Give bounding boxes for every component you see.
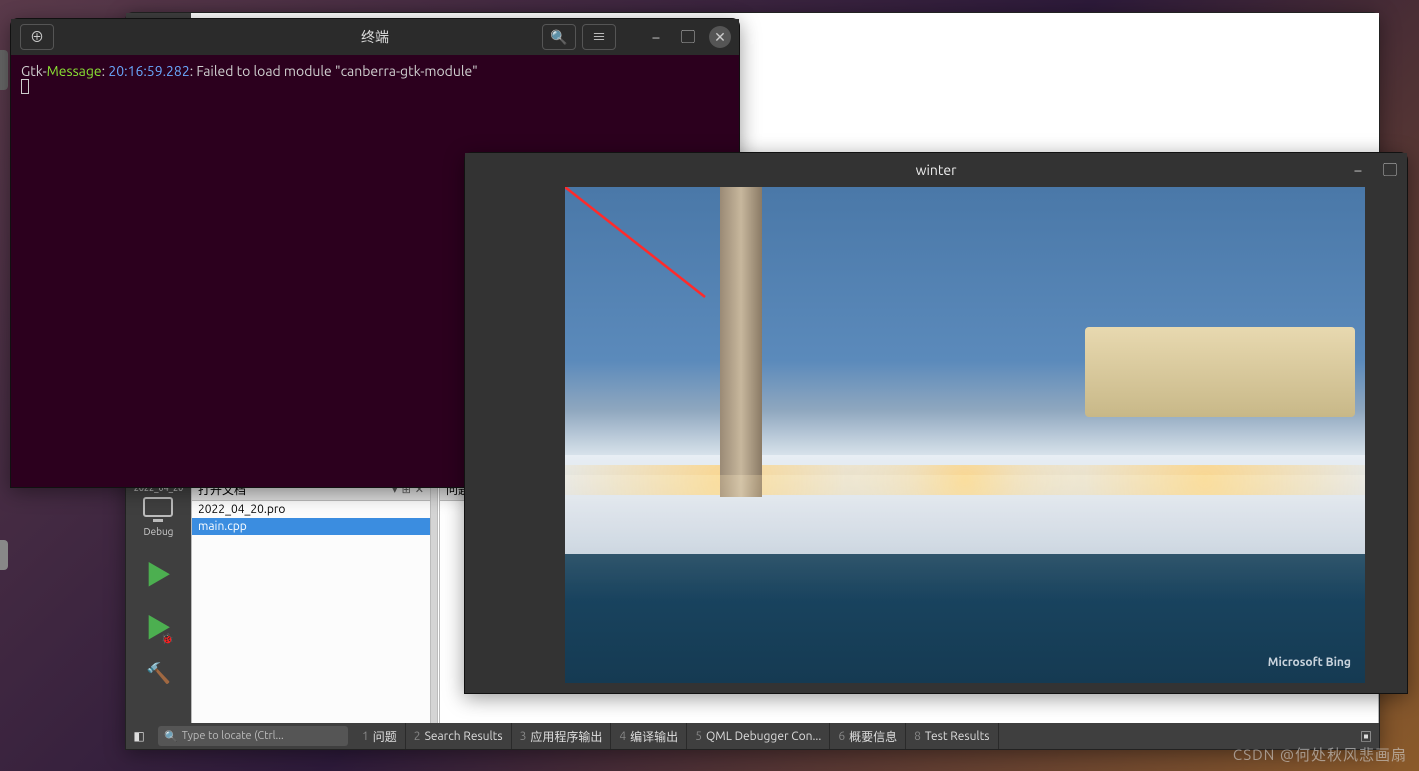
status-pane-button: 3应用程序输出 bbox=[512, 723, 612, 749]
monitor-icon bbox=[143, 497, 173, 517]
status-pane-button: 1问题 bbox=[354, 723, 406, 749]
status-pane-button: 2Search Results bbox=[406, 723, 512, 749]
page-watermark: CSDN @何处秋风悲画扇 bbox=[1233, 744, 1407, 765]
locator-input[interactable]: 🔍 Type to locate (Ctrl... bbox=[158, 726, 348, 746]
kit-selector[interactable]: 2022_04_20 Debug bbox=[134, 483, 183, 537]
minimize-button[interactable]: – bbox=[645, 26, 667, 48]
status-pane-button: 6概要信息 bbox=[830, 723, 906, 749]
status-pane-button: 4编译输出 bbox=[611, 723, 687, 749]
image-title: winter bbox=[916, 162, 957, 178]
terminal-output[interactable]: Gtk-Message: 20:16:59.282: Failed to loa… bbox=[11, 55, 739, 105]
terminal-title: 终端 bbox=[361, 27, 389, 47]
image-content: Microsoft Bing bbox=[565, 187, 1365, 683]
annotation-line bbox=[565, 187, 725, 307]
desktop-edge bbox=[0, 50, 8, 90]
qtcreator-statusbar: ◧ 🔍 Type to locate (Ctrl... 1问题 2Search … bbox=[126, 723, 1379, 749]
menu-button[interactable]: ≡ bbox=[582, 24, 616, 50]
castle bbox=[1085, 327, 1355, 417]
sidebar-toggle-button[interactable]: ◧ bbox=[126, 723, 152, 749]
terminal-cursor bbox=[21, 79, 29, 94]
open-doc-item[interactable]: main.cpp bbox=[192, 518, 430, 535]
status-pane-button: 8Test Results bbox=[906, 723, 998, 749]
run-button[interactable]: ▶ bbox=[145, 555, 171, 592]
open-doc-item[interactable]: 2022_04_20.pro bbox=[192, 501, 430, 518]
new-tab-button[interactable]: ⊕ bbox=[20, 24, 54, 50]
build-button[interactable]: 🔨 bbox=[146, 661, 171, 685]
panel-splitter[interactable] bbox=[430, 479, 438, 748]
bing-watermark: Microsoft Bing bbox=[1268, 656, 1351, 669]
terminal-titlebar[interactable]: ⊕ 终端 🔍 ≡ – ▢ ✕ bbox=[11, 19, 739, 55]
desktop-panel-edge bbox=[0, 540, 8, 570]
image-window: winter – ▢ Microsoft Bing bbox=[464, 152, 1408, 694]
maximize-button[interactable]: ▢ bbox=[1379, 159, 1401, 181]
debug-run-button[interactable]: ▶🐞 bbox=[145, 608, 171, 645]
close-button[interactable]: ✕ bbox=[709, 26, 731, 48]
church-tower bbox=[720, 187, 762, 497]
image-titlebar[interactable]: winter – ▢ bbox=[465, 153, 1407, 187]
open-documents-panel: 打开文档 ▾ ⊞ ✕ 2022_04_20.pro main.cpp bbox=[191, 478, 431, 749]
status-pane-button: 5QML Debugger Con... bbox=[687, 723, 830, 749]
minimize-button[interactable]: – bbox=[1347, 159, 1369, 181]
search-button[interactable]: 🔍 bbox=[542, 24, 576, 50]
maximize-button[interactable]: ▢ bbox=[677, 26, 699, 48]
kit-mode-label: Debug bbox=[134, 526, 183, 537]
